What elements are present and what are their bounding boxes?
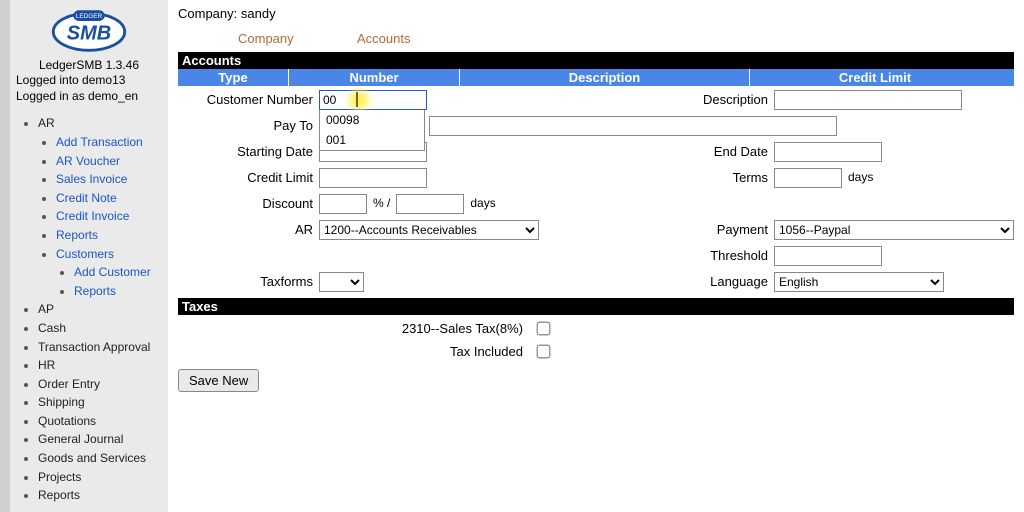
- label-pct-sep: % /: [367, 194, 396, 210]
- nav-shipping[interactable]: Shipping: [38, 393, 162, 412]
- col-number: Number: [289, 69, 460, 86]
- payment-select[interactable]: 1056--Paypal: [774, 220, 1014, 240]
- nav-general-journal[interactable]: General Journal: [38, 430, 162, 449]
- login-db: Logged into demo13: [16, 72, 162, 88]
- autocomplete-list: 00098 001: [319, 110, 425, 151]
- nav-reports[interactable]: Reports: [38, 486, 162, 505]
- tax-sales-checkbox[interactable]: [537, 322, 551, 336]
- customer-number-input[interactable]: [319, 90, 427, 110]
- label-ar: AR: [178, 220, 319, 237]
- label-threshold: Threshold: [598, 246, 774, 263]
- accounts-columns: Type Number Description Credit Limit: [178, 69, 1014, 86]
- description-input[interactable]: [774, 90, 962, 110]
- threshold-input[interactable]: [774, 246, 882, 266]
- section-taxes: Taxes: [178, 298, 1014, 315]
- tax-sales-label: 2310--Sales Tax(8%): [178, 321, 533, 336]
- tabs: Company Accounts: [238, 31, 1014, 46]
- nav-add-transaction[interactable]: Add Transaction: [56, 133, 162, 152]
- taxes: 2310--Sales Tax(8%) Tax Included: [178, 319, 1014, 361]
- nav-hr[interactable]: HR: [38, 356, 162, 375]
- app-title: LedgerSMB 1.3.46: [16, 58, 162, 72]
- credit-limit-input[interactable]: [319, 168, 427, 188]
- pay-to-input[interactable]: [429, 116, 837, 136]
- autocomplete-item[interactable]: 00098: [320, 110, 424, 130]
- label-terms: Terms: [598, 168, 774, 185]
- end-date-input[interactable]: [774, 142, 882, 162]
- nav-customers[interactable]: Customers Add Customer Reports: [56, 245, 162, 301]
- main: Company: sandy Company Accounts Accounts…: [168, 0, 1024, 512]
- nav-credit-invoice[interactable]: Credit Invoice: [56, 207, 162, 226]
- svg-text:SMB: SMB: [67, 23, 111, 45]
- col-description: Description: [460, 69, 750, 86]
- section-accounts: Accounts: [178, 52, 1014, 69]
- label-customer-number: Customer Number: [178, 90, 319, 107]
- col-type: Type: [178, 69, 289, 86]
- nav: AR Add Transaction AR Voucher Sales Invo…: [16, 114, 162, 504]
- ar-select[interactable]: 1200--Accounts Receivables: [319, 220, 539, 240]
- svg-text:LEDGER: LEDGER: [76, 13, 103, 20]
- login-user: Logged in as demo_en: [16, 88, 162, 104]
- nav-ar[interactable]: AR Add Transaction AR Voucher Sales Invo…: [38, 114, 162, 300]
- tab-accounts[interactable]: Accounts: [357, 31, 410, 46]
- sidebar: LEDGER SMB LedgerSMB 1.3.46 Logged into …: [0, 0, 168, 512]
- nav-credit-note[interactable]: Credit Note: [56, 189, 162, 208]
- nav-ar-reports[interactable]: Reports: [56, 226, 162, 245]
- nav-ap[interactable]: AP: [38, 300, 162, 319]
- discount-pct-input[interactable]: [319, 194, 367, 214]
- nav-projects[interactable]: Projects: [38, 468, 162, 487]
- label-taxforms: Taxforms: [178, 272, 319, 289]
- nav-goods-services[interactable]: Goods and Services: [38, 449, 162, 468]
- company-value: sandy: [241, 6, 276, 21]
- col-credit-limit: Credit Limit: [750, 69, 1000, 86]
- label-credit-limit: Credit Limit: [178, 168, 319, 185]
- logo: LEDGER SMB: [16, 6, 162, 56]
- discount-days-input[interactable]: [396, 194, 464, 214]
- label-description: Description: [598, 90, 774, 107]
- label-discount: Discount: [178, 194, 319, 211]
- nav-ar-voucher[interactable]: AR Voucher: [56, 152, 162, 171]
- tab-company[interactable]: Company: [238, 31, 294, 46]
- label-language: Language: [598, 272, 774, 289]
- nav-transaction-approval[interactable]: Transaction Approval: [38, 338, 162, 357]
- nav-order-entry[interactable]: Order Entry: [38, 375, 162, 394]
- label-payment: Payment: [598, 220, 774, 237]
- label-end-date: End Date: [598, 142, 774, 159]
- tax-included-checkbox[interactable]: [537, 345, 551, 359]
- terms-input[interactable]: [774, 168, 842, 188]
- nav-add-customer[interactable]: Add Customer: [74, 263, 162, 282]
- label-days: days: [842, 168, 873, 184]
- login-info: Logged into demo13 Logged in as demo_en: [16, 72, 162, 104]
- tax-included-label: Tax Included: [178, 344, 533, 359]
- nav-sales-invoice[interactable]: Sales Invoice: [56, 170, 162, 189]
- label-days-2: days: [464, 194, 495, 210]
- label-starting-date: Starting Date: [178, 142, 319, 159]
- language-select[interactable]: English: [774, 272, 944, 292]
- autocomplete-item[interactable]: 001: [320, 130, 424, 150]
- nav-customer-reports[interactable]: Reports: [74, 282, 162, 301]
- nav-cash[interactable]: Cash: [38, 319, 162, 338]
- taxforms-select[interactable]: [319, 272, 364, 292]
- company-label: Company:: [178, 6, 237, 21]
- nav-quotations[interactable]: Quotations: [38, 412, 162, 431]
- company-line: Company: sandy: [178, 6, 1014, 21]
- save-new-button[interactable]: Save New: [178, 369, 259, 392]
- form: Customer Number 00098 001 Description: [178, 90, 1014, 292]
- label-pay-to: Pay To: [178, 116, 319, 133]
